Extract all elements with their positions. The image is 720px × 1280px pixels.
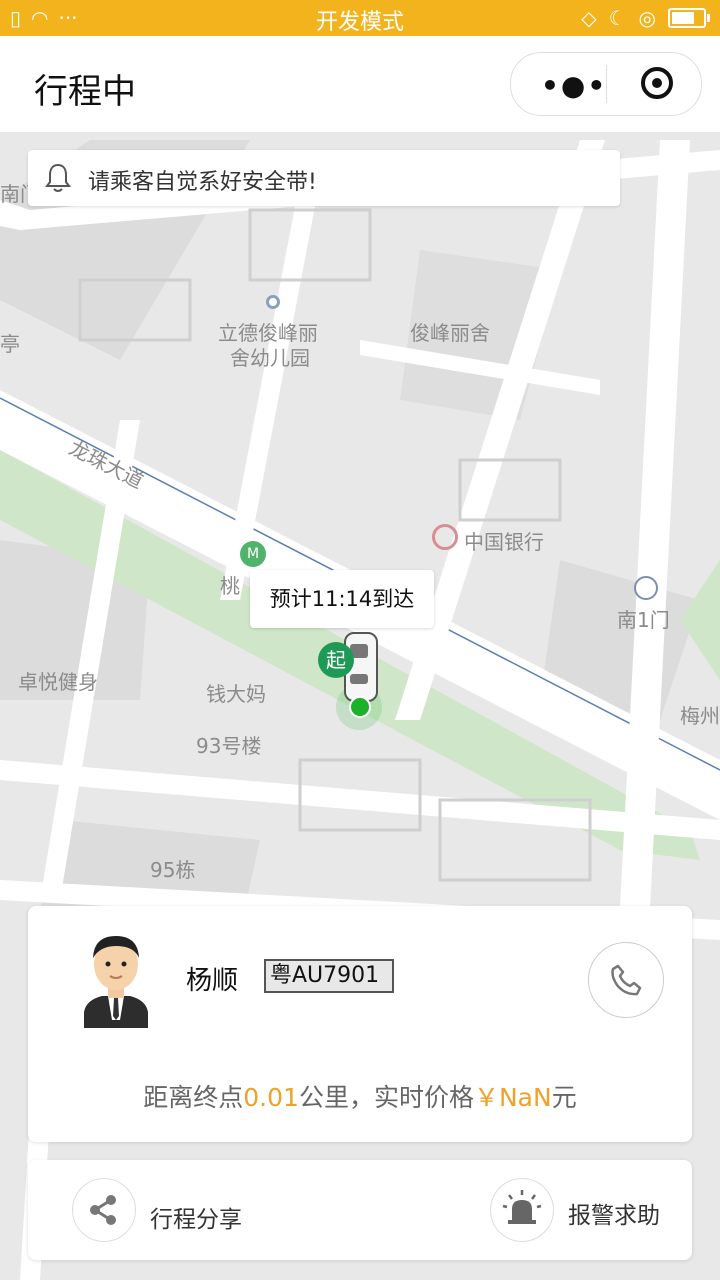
location-icon: ◎	[638, 6, 656, 30]
more-button[interactable]: •●•	[541, 69, 607, 102]
map-label: 俊峰丽舍	[410, 321, 490, 345]
map-label: 南1门	[617, 608, 670, 632]
map-label: 93号楼	[196, 734, 262, 758]
my-location-dot	[349, 696, 371, 718]
trip-info: 距离终点0.01公里，实时价格￥NaN元	[28, 1078, 692, 1114]
trip-prefix: 距离终点	[143, 1083, 244, 1112]
driver-avatar	[84, 936, 148, 1028]
status-icons-right: ◇ ☾ ◎	[581, 6, 710, 30]
school-poi-icon	[266, 295, 280, 309]
close-miniprogram-button[interactable]	[641, 67, 673, 99]
page-title: 行程中	[34, 72, 136, 112]
phone-icon	[611, 964, 642, 996]
driver-name: 杨顺	[186, 966, 239, 996]
metro-station-icon: M	[240, 541, 266, 567]
gate-poi-icon	[634, 576, 658, 600]
call-driver-button[interactable]	[588, 942, 664, 1018]
share-trip-label[interactable]: 行程分享	[150, 1200, 242, 1234]
nav-bar: 行程中 •●•	[0, 36, 720, 132]
share-icon	[90, 1195, 116, 1225]
mute-icon: ◇	[581, 6, 597, 30]
map-label: 钱大妈	[206, 682, 266, 706]
safety-notice: 请乘客自觉系好安全带!	[28, 150, 620, 206]
bank-poi-icon	[432, 524, 458, 550]
map-label: 中国银行	[464, 530, 544, 554]
trip-mid: 公里，实时价格	[298, 1083, 474, 1112]
battery-icon	[668, 8, 710, 28]
capsule-menu: •●•	[510, 52, 702, 116]
license-plate: 粤AU7901	[264, 959, 394, 993]
start-marker: 起	[318, 642, 354, 678]
eta-bubble: 预计11:14到达	[250, 570, 434, 628]
capsule-divider	[606, 65, 607, 103]
action-bar: 行程分享 报警求助	[28, 1160, 692, 1260]
trip-distance: 0.01	[243, 1083, 299, 1112]
map-label: 95栋	[150, 858, 196, 882]
driver-card: 杨顺 粤AU7901 距离终点0.01公里，实时价格￥NaN元	[28, 906, 692, 1142]
trip-price: ￥NaN	[473, 1083, 552, 1112]
bell-icon	[45, 163, 71, 192]
map-label: 舍幼儿园	[230, 346, 310, 370]
moon-icon: ☾	[608, 6, 627, 30]
map-label: 亭	[0, 332, 20, 356]
share-trip-button[interactable]	[72, 1178, 136, 1242]
emergency-alarm-label[interactable]: 报警求助	[568, 1196, 660, 1230]
siren-icon	[502, 1190, 542, 1224]
trip-suffix: 元	[551, 1083, 577, 1112]
status-bar: ▯ ◠ ··· 开发模式 ◇ ☾ ◎	[0, 0, 720, 36]
map-label: 桃	[220, 574, 240, 598]
map-label: 卓悦健身	[18, 670, 98, 694]
notice-text: 请乘客自觉系好安全带!	[88, 170, 317, 195]
map-label: 梅州	[680, 704, 720, 728]
emergency-alarm-button[interactable]	[490, 1178, 554, 1242]
